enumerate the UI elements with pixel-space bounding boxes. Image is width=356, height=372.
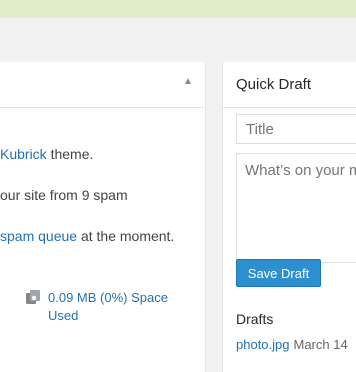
drafts-heading: Drafts [236, 311, 274, 327]
save-draft-button[interactable]: Save Draft [236, 259, 321, 287]
media-icon [26, 290, 40, 304]
theme-suffix: theme. [46, 146, 94, 162]
theme-link[interactable]: Kubrick [0, 146, 47, 162]
spam-queue-suffix: at the moment. [77, 228, 175, 244]
draft-date: March 14 [293, 337, 348, 352]
triangle-up-icon[interactable]: ▲ [183, 77, 193, 87]
quick-draft-title: Quick Draft [236, 76, 312, 93]
theme-line: Kubrick theme. [0, 146, 93, 162]
activity-panel-header: ▲ [0, 62, 206, 108]
quick-draft-header: Quick Draft [223, 62, 356, 108]
draft-content-textarea[interactable] [236, 153, 356, 263]
space-used-link[interactable]: 0.09 MB (0%) Space Used [48, 289, 198, 325]
activity-panel: ▲ Kubrick theme. our site from 9 spam sp… [0, 62, 206, 372]
spam-line: our site from 9 spam [0, 187, 128, 203]
top-notice-bar [0, 0, 356, 18]
draft-title-link[interactable]: photo.jpg [236, 337, 290, 352]
draft-title-input[interactable] [236, 114, 356, 144]
spam-queue-link[interactable]: spam queue [0, 228, 77, 244]
draft-list-item: photo.jpg March 14 [236, 337, 348, 352]
spam-queue-line: spam queue at the moment. [0, 228, 174, 244]
quick-draft-panel: Quick Draft Save Draft Drafts photo.jpgM… [222, 62, 356, 372]
